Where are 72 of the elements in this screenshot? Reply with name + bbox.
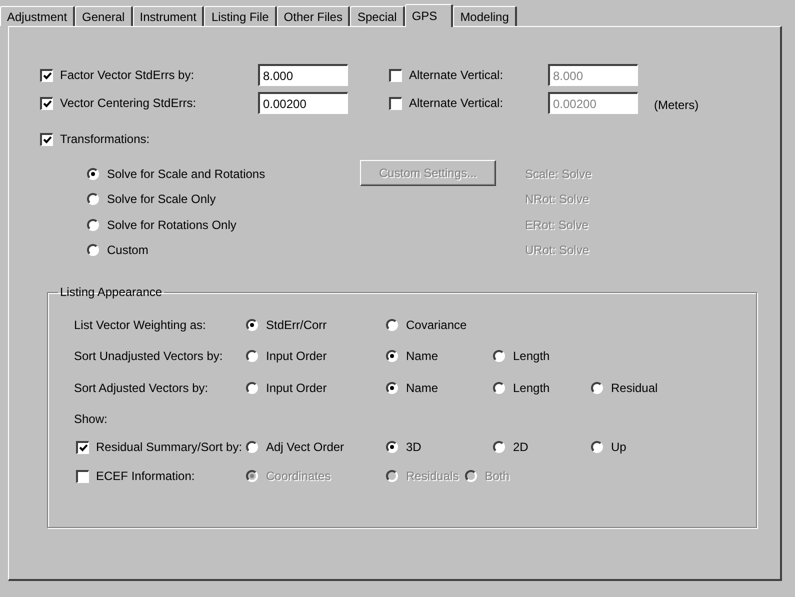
option-label: 3D	[406, 440, 422, 454]
input-field[interactable]: 0.00200	[258, 92, 348, 114]
radio-button[interactable]	[246, 441, 258, 453]
radio-button[interactable]	[246, 350, 258, 362]
tab[interactable]: GPS	[404, 4, 454, 27]
checkbox[interactable]	[76, 440, 89, 454]
tab[interactable]: Other Files	[276, 6, 350, 26]
checkbox[interactable]	[389, 96, 402, 110]
radio-button[interactable]	[386, 441, 398, 453]
radio-button[interactable]	[87, 244, 99, 256]
option-label: Solve for Rotations Only	[107, 218, 236, 232]
option-label: Coordinates	[266, 469, 331, 483]
radio-button[interactable]	[386, 318, 398, 330]
option-label: Alternate Vertical:	[409, 96, 504, 110]
row-label: Sort Unadjusted Vectors by:	[74, 349, 224, 363]
tab[interactable]: General	[75, 6, 133, 26]
unit-label: (Meters)	[654, 98, 699, 112]
option-label: Factor Vector StdErrs by:	[60, 68, 196, 82]
input-field[interactable]: 0.00200	[548, 92, 638, 114]
option-label: Solve for Scale and Rotations	[107, 166, 266, 181]
checkbox[interactable]	[40, 96, 53, 110]
radio-button[interactable]	[493, 441, 505, 453]
option-label: ECEF Information:	[96, 469, 196, 483]
group-title: Listing Appearance	[59, 285, 164, 299]
option-label: Adj Vect Order	[266, 440, 344, 454]
option-label: Residual Summary/Sort by:	[96, 440, 244, 454]
radio-button[interactable]	[87, 193, 99, 206]
option-label: 2D	[513, 440, 528, 454]
option-label: Alternate Vertical:	[409, 68, 504, 82]
radio-button[interactable]	[591, 441, 603, 453]
radio-button[interactable]	[591, 382, 603, 394]
radio-button[interactable]	[87, 218, 99, 231]
radio-button[interactable]	[493, 382, 505, 394]
tab[interactable]: Special	[350, 6, 405, 26]
input-field[interactable]: 8.000	[548, 64, 638, 86]
radio-button[interactable]	[246, 382, 258, 394]
checkbox[interactable]	[389, 68, 402, 82]
checkbox[interactable]	[40, 68, 53, 82]
status-text: Scale: Solve	[525, 166, 592, 181]
radio-button[interactable]	[386, 350, 398, 362]
option-label: Covariance	[406, 318, 467, 332]
status-text: ERot: Solve	[525, 218, 588, 232]
option-label: Residuals	[406, 469, 459, 483]
checkbox[interactable]	[40, 132, 53, 146]
radio-button[interactable]	[493, 350, 505, 362]
option-label: Custom	[107, 243, 148, 258]
option-label: Both	[484, 469, 510, 483]
tab[interactable]: Adjustment	[0, 6, 76, 26]
radio-button[interactable]	[246, 318, 258, 330]
row-label: List Vector Weighting as:	[74, 318, 207, 332]
option-label: Input Order	[266, 381, 327, 395]
option-label: Name	[406, 381, 438, 395]
option-label: Length	[513, 349, 550, 363]
option-label: Input Order	[266, 349, 327, 363]
tab[interactable]: Modeling	[453, 6, 517, 26]
status-text: NRot: Solve	[525, 192, 590, 206]
option-label: Name	[406, 349, 438, 363]
row-label: Sort Adjusted Vectors by:	[74, 381, 210, 395]
radio-button[interactable]	[386, 382, 398, 394]
section-label: Show:	[74, 412, 108, 426]
option-label: Length	[513, 381, 550, 395]
option-label: StdErr/Corr	[266, 318, 327, 332]
tab[interactable]: Listing File	[204, 6, 277, 26]
status-text: URot: Solve	[525, 243, 590, 258]
input-field[interactable]: 8.000	[258, 64, 348, 86]
radio-button[interactable]	[87, 168, 99, 180]
tab[interactable]: Instrument	[132, 6, 204, 26]
option-label: Transformations:	[60, 132, 150, 146]
option-label: Vector Centering StdErrs:	[60, 96, 198, 110]
option-label: Residual	[611, 381, 658, 395]
option-label: Solve for Scale Only	[107, 192, 216, 206]
option-label: Up	[611, 440, 626, 454]
